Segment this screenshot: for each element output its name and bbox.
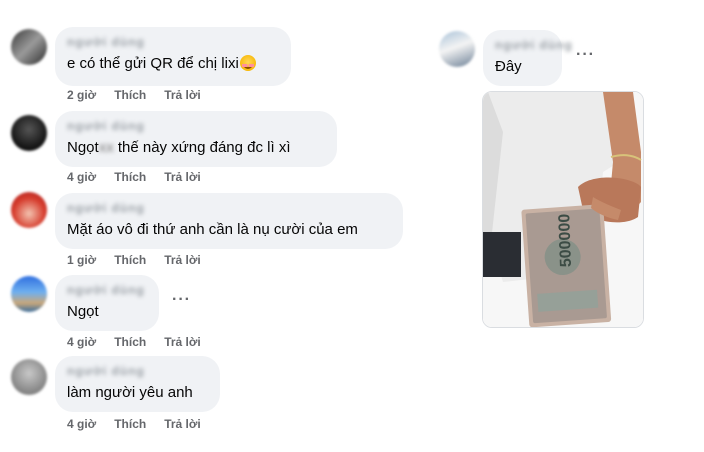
comment-author[interactable]: người dùng <box>67 35 279 50</box>
reply-button[interactable]: Trả lời <box>164 253 201 267</box>
comment-time[interactable]: 4 giờ <box>67 335 96 349</box>
reply-button[interactable]: Trả lời <box>164 88 201 102</box>
banknote-value: 500000 <box>556 213 575 267</box>
comment-text: Đây <box>495 58 522 75</box>
comment-time[interactable]: 2 giờ <box>67 88 96 102</box>
like-button[interactable]: Thích <box>114 335 146 349</box>
photo-attachment[interactable]: 500000 <box>482 91 644 328</box>
comment-author[interactable]: người dùng <box>67 119 325 134</box>
avatar[interactable] <box>11 276 47 312</box>
comment-actions: 1 giờ Thích Trả lời <box>67 253 219 267</box>
comment-text: Ngọt <box>67 303 99 320</box>
comment-author[interactable]: người dùng <box>67 283 147 298</box>
comment-bubble: người dùng Ngọtxx thế này xứng đáng đc l… <box>55 111 337 167</box>
comment-actions: 2 giờ Thích Trả lời <box>67 88 219 102</box>
comment-time[interactable]: 4 giờ <box>67 170 96 184</box>
comment-bubble: người dùng làm người yêu anh <box>55 356 220 412</box>
comment-time[interactable]: 1 giờ <box>67 253 96 267</box>
avatar[interactable] <box>11 192 47 228</box>
comment-actions: 4 giờ Thích Trả lời <box>67 170 219 184</box>
comment-actions: 4 giờ Thích Trả lời <box>67 417 219 431</box>
like-button[interactable]: Thích <box>114 170 146 184</box>
avatar[interactable] <box>11 29 47 65</box>
comment-time[interactable]: 4 giờ <box>67 417 96 431</box>
avatar[interactable] <box>11 115 47 151</box>
comment-bubble: người dùng Ngọt <box>55 275 159 331</box>
more-options-button[interactable]: ··· <box>576 46 595 64</box>
comment-bubble: người dùng Đây <box>483 30 572 86</box>
comment-text: làm người yêu anh <box>67 384 193 401</box>
comment-actions: 4 giờ Thích Trả lời <box>67 335 219 349</box>
photo-image: 500000 <box>483 92 643 327</box>
comment-bubble: người dùng Mặt áo vô đi thứ anh cần là n… <box>55 193 403 249</box>
like-button[interactable]: Thích <box>114 417 146 431</box>
comment-author[interactable]: người dùng <box>67 201 391 216</box>
comment-author[interactable]: người dùng <box>495 38 572 53</box>
reply-button[interactable]: Trả lời <box>164 335 201 349</box>
smiling-face-icon <box>239 55 256 71</box>
reply-button[interactable]: Trả lời <box>164 417 201 431</box>
reply-button[interactable]: Trả lời <box>164 170 201 184</box>
comment-bubble: người dùng e có thể gửi QR để chị lixi <box>55 27 291 86</box>
like-button[interactable]: Thích <box>114 253 146 267</box>
avatar[interactable] <box>439 31 475 67</box>
like-button[interactable]: Thích <box>114 88 146 102</box>
comment-text: e có thể gửi QR để chị lixi <box>67 54 279 74</box>
more-options-button[interactable]: ··· <box>172 291 191 309</box>
comment-text: Mặt áo vô đi thứ anh cần là nụ cười của … <box>67 221 358 238</box>
comment-text: Ngọtxx thế này xứng đáng đc lì xì <box>67 139 291 156</box>
comment-author[interactable]: người dùng <box>67 364 208 379</box>
avatar[interactable] <box>11 359 47 395</box>
